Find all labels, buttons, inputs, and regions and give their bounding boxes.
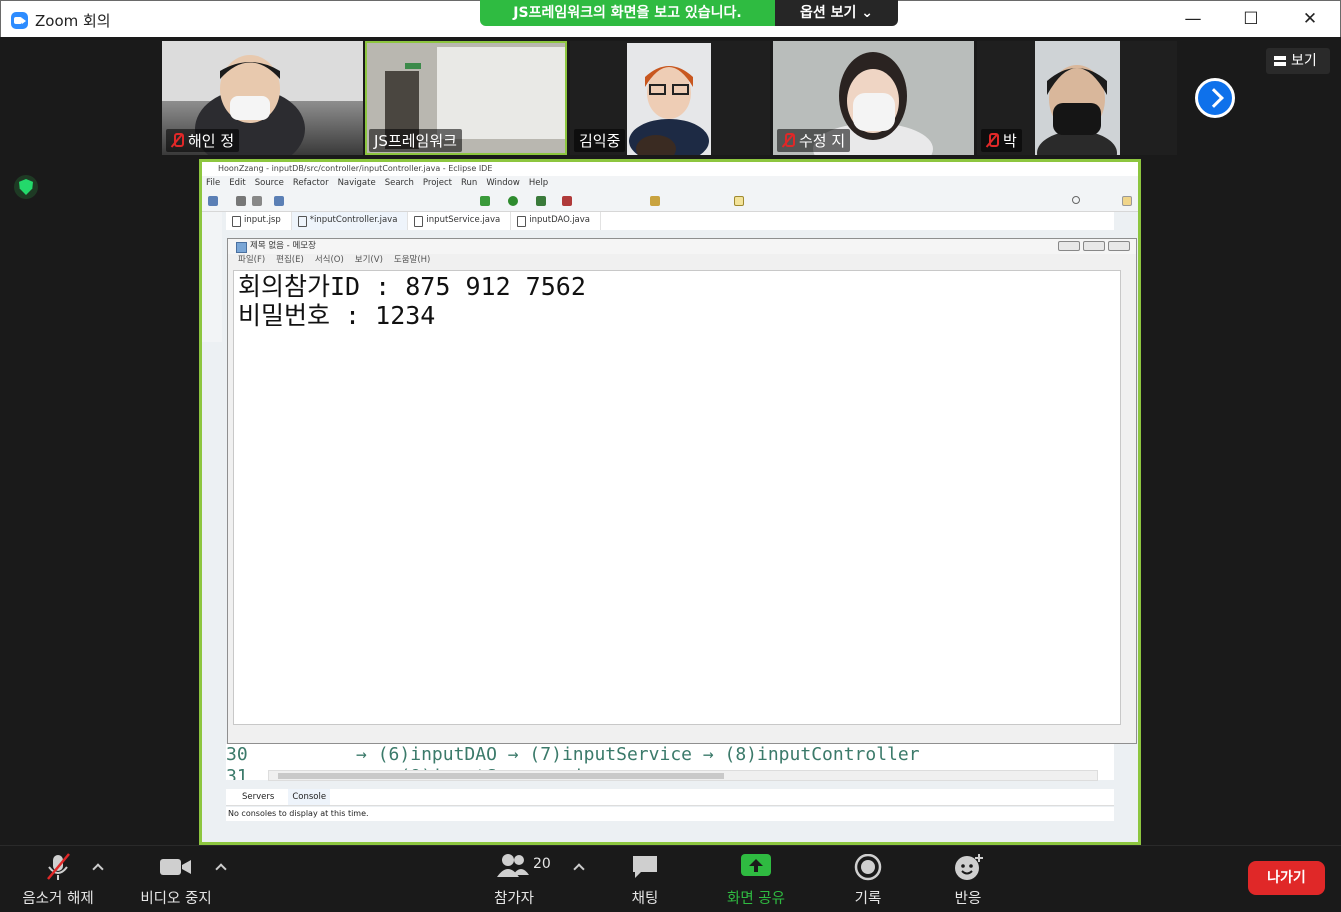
participant-name: JS프레임워크	[369, 129, 462, 152]
maximize-button[interactable]: ☐	[1231, 5, 1271, 33]
notepad-menubar: 파일(F) 편집(E) 서식(O) 보기(V) 도움말(H)	[228, 254, 1136, 267]
eclipse-menu-item: Window	[486, 178, 520, 188]
encryption-shield-icon[interactable]	[14, 175, 38, 199]
eclipse-menu-item: Run	[461, 178, 478, 188]
view-button[interactable]: 보기	[1266, 48, 1330, 74]
shared-screen: HoonZzang - inputDB/src/controller/input…	[199, 159, 1141, 845]
debug-icon	[480, 196, 490, 206]
notepad-title: 제목 없음 - 메모장	[250, 241, 316, 251]
stop-video-button[interactable]: 비디오 중지	[128, 845, 224, 912]
window-title: Zoom 회의	[35, 12, 111, 30]
notepad-vertical-scrollbar	[1121, 270, 1133, 725]
eclipse-toolbar	[202, 190, 1138, 212]
participant-tile[interactable]: 해인 정	[162, 41, 363, 155]
eclipse-title: HoonZzang - inputDB/src/controller/input…	[218, 164, 493, 173]
participants-icon	[497, 854, 529, 877]
share-screen-button[interactable]: 화면 공유	[713, 845, 799, 912]
participant-tile[interactable]: 박	[977, 41, 1177, 155]
record-icon	[854, 854, 882, 881]
code-line: 30 → (6)inputDAO → (7)inputService → (8)…	[226, 744, 920, 765]
console-message: No consoles to display at this time.	[226, 807, 1114, 821]
share-screen-icon	[741, 854, 771, 876]
reaction-icon	[955, 854, 983, 880]
new-icon	[208, 196, 218, 206]
highlight-icon	[734, 196, 744, 206]
reactions-button[interactable]: 반응	[933, 845, 1003, 912]
notepad-menu-item: 보기(V)	[354, 255, 383, 265]
notepad-menu-item: 서식(O)	[314, 255, 344, 265]
eclipse-menu-item: Project	[422, 178, 452, 188]
participant-name: 해인 정	[166, 129, 240, 152]
participant-name: 김익중	[574, 129, 626, 152]
run-icon	[508, 196, 518, 206]
notepad-menu-item: 편집(E)	[276, 255, 304, 265]
open-type-icon	[650, 196, 660, 206]
close-button[interactable]: ✕	[1290, 5, 1330, 33]
participant-name: 수정 지	[777, 129, 851, 152]
run-config-icon	[536, 196, 546, 206]
mic-muted-icon	[986, 133, 999, 148]
notepad-menu-item: 파일(F)	[238, 255, 266, 265]
notepad-titlebar: 제목 없음 - 메모장	[228, 239, 1136, 254]
participant-tile[interactable]: 수정 지	[773, 41, 974, 155]
participants-button[interactable]: 20 참가자	[470, 845, 558, 912]
external-tools-icon	[562, 196, 572, 206]
leave-meeting-button[interactable]: 나가기	[1248, 861, 1325, 895]
mic-muted-icon	[782, 133, 795, 148]
minimize-button[interactable]: —	[1173, 5, 1213, 33]
servers-tab: Servers	[242, 792, 275, 802]
mic-muted-icon	[47, 853, 70, 880]
save-all-icon	[252, 196, 262, 206]
eclipse-menu-item: Help	[528, 178, 549, 188]
eclipse-titlebar: HoonZzang - inputDB/src/controller/input…	[202, 162, 1138, 176]
console-tab: Console	[288, 789, 331, 805]
grid-view-icon	[1274, 56, 1286, 66]
chat-button[interactable]: 채팅	[610, 845, 680, 912]
editor-tab: inputDAO.java	[511, 212, 602, 230]
mic-muted-icon	[171, 133, 184, 148]
print-icon	[274, 196, 284, 206]
eclipse-menubar: File Edit Source Refactor Navigate Searc…	[202, 176, 1138, 190]
search-icon	[1072, 196, 1080, 204]
notepad-window: 제목 없음 - 메모장 파일(F) 편집(E) 서식(O) 보기(V) 도움말(…	[227, 238, 1137, 744]
eclipse-menu-item: File	[206, 178, 221, 188]
eclipse-menu-item: Search	[384, 178, 414, 188]
notepad-text-area: 회의참가ID : 875 912 7562 비밀번호 : 1234	[233, 270, 1121, 725]
view-options-button[interactable]: 옵션 보기 ⌄	[775, 0, 898, 26]
participants-count: 20	[533, 856, 551, 872]
notepad-window-controls	[1058, 241, 1130, 251]
notepad-line: 비밀번호 : 1234	[238, 301, 436, 330]
gallery-next-button[interactable]	[1195, 78, 1235, 118]
video-camera-icon	[160, 859, 191, 875]
editor-tab: input.jsp	[226, 212, 292, 230]
eclipse-menu-item: Edit	[229, 178, 246, 188]
chevron-down-icon: ⌄	[861, 5, 873, 21]
unmute-button[interactable]: 음소거 해제	[10, 845, 106, 912]
chat-icon	[633, 856, 657, 878]
record-button[interactable]: 기록	[833, 845, 903, 912]
eclipse-menu-item: Refactor	[292, 178, 329, 188]
console-tabs: Servers Console	[226, 789, 1114, 806]
participant-tile[interactable]: 김익중	[570, 41, 770, 155]
editor-tab-active: *inputController.java	[291, 212, 409, 230]
eclipse-side-trim	[202, 212, 222, 342]
save-icon	[236, 196, 246, 206]
eclipse-menu-item: Source	[254, 178, 284, 188]
participant-name: 박	[981, 129, 1022, 152]
zoom-logo-icon	[11, 12, 28, 29]
editor-tabs: input.jsp *inputController.java inputSer…	[226, 212, 1114, 230]
notepad-menu-item: 도움말(H)	[393, 255, 431, 265]
participant-tile-active-speaker[interactable]: JS프레임워크	[365, 41, 567, 155]
perspective-icon	[1122, 196, 1132, 206]
eclipse-menu-item: Navigate	[337, 178, 376, 188]
screen-share-banner: JS프레임워크의 화면을 보고 있습니다.	[480, 0, 775, 26]
editor-tab: inputService.java	[408, 212, 512, 230]
notepad-line: 회의참가ID : 875 912 7562	[238, 272, 586, 301]
editor-horizontal-scrollbar	[268, 770, 1098, 781]
